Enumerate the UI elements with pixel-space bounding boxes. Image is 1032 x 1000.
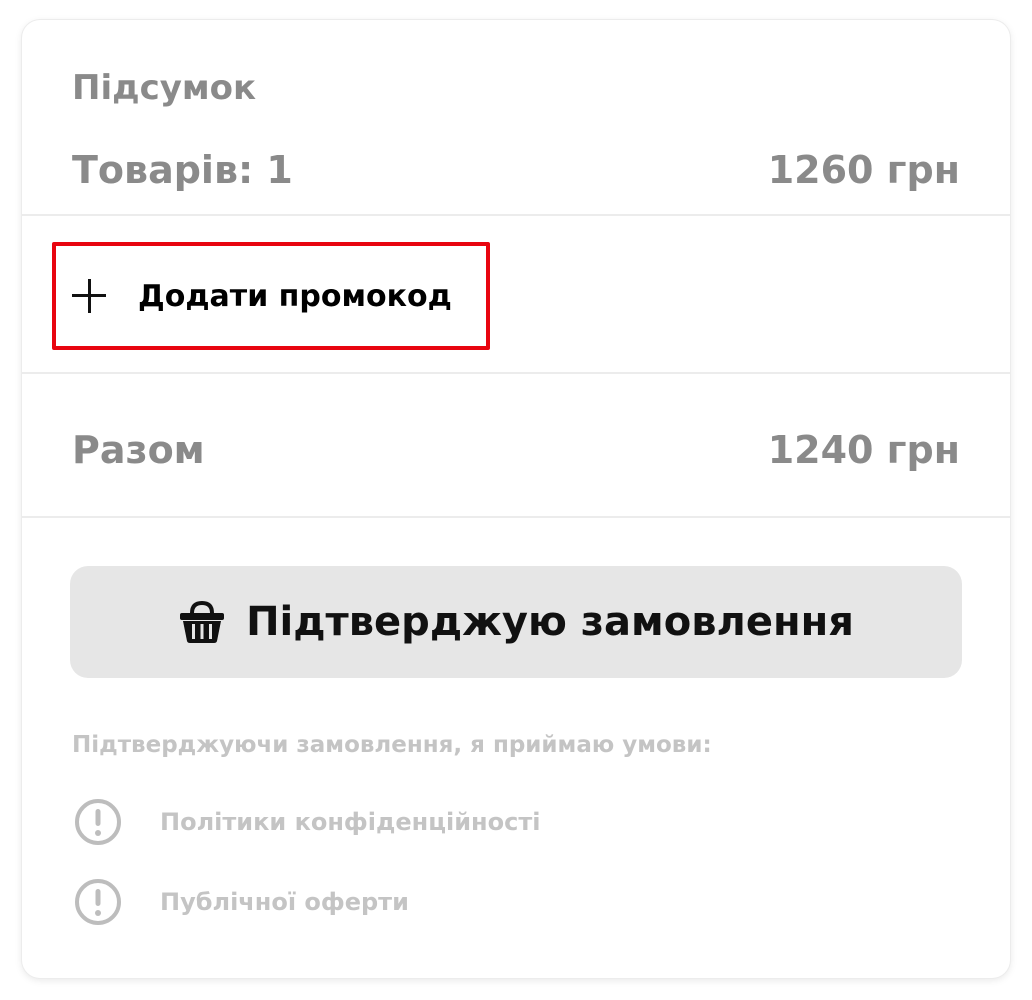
total-row: Разом 1240 грн: [72, 422, 960, 478]
confirm-order-button[interactable]: Підтверджую замовлення: [70, 566, 962, 678]
divider: [22, 214, 1010, 216]
divider: [22, 372, 1010, 374]
privacy-policy-label: Політики конфіденційності: [160, 808, 541, 836]
confirm-order-label: Підтверджую замовлення: [246, 599, 854, 645]
goods-count-label: Товарів: 1: [72, 148, 293, 192]
terms-intro-text: Підтверджуючи замовлення, я приймаю умов…: [72, 732, 712, 758]
add-promocode-button[interactable]: Додати промокод: [52, 242, 490, 350]
plus-icon: [72, 279, 106, 313]
alert-circle-icon: [75, 799, 121, 845]
public-offer-label: Публічної оферти: [160, 888, 409, 916]
basket-icon: [180, 600, 225, 643]
goods-row: Товарів: 1 1260 грн: [72, 142, 960, 198]
order-summary-card: Підсумок Товарів: 1 1260 грн Додати пром…: [22, 20, 1010, 978]
privacy-policy-link[interactable]: Політики конфіденційності: [74, 798, 540, 846]
public-offer-link[interactable]: Публічної оферти: [74, 878, 409, 926]
total-price: 1240 грн: [767, 428, 960, 472]
alert-circle-icon: [75, 879, 121, 925]
divider: [22, 516, 1010, 518]
total-label: Разом: [72, 428, 205, 472]
goods-price: 1260 грн: [767, 148, 960, 192]
add-promocode-label: Додати промокод: [138, 278, 452, 314]
summary-title: Підсумок: [72, 68, 257, 108]
